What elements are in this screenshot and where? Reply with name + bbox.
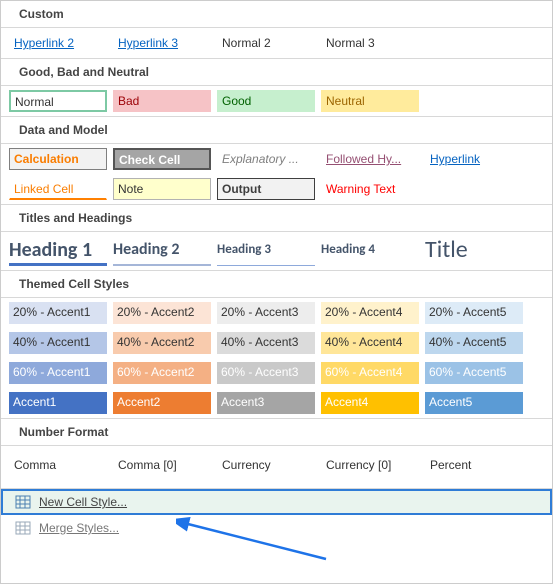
style-explanatory[interactable]: Explanatory ... xyxy=(217,148,315,170)
themed-row-60: 60% - Accent1 60% - Accent2 60% - Accent… xyxy=(1,358,552,388)
style-accent4[interactable]: Accent4 xyxy=(321,392,419,414)
style-60-accent4[interactable]: 60% - Accent4 xyxy=(321,362,419,384)
style-20-accent5[interactable]: 20% - Accent5 xyxy=(425,302,523,324)
style-hyperlink-3[interactable]: Hyperlink 3 xyxy=(113,32,211,54)
style-check-cell[interactable]: Check Cell xyxy=(113,148,211,170)
section-header-titles: Titles and Headings xyxy=(1,204,552,232)
style-accent1[interactable]: Accent1 xyxy=(9,392,107,414)
style-title[interactable]: Title xyxy=(425,236,523,266)
style-neutral[interactable]: Neutral xyxy=(321,90,419,112)
style-note[interactable]: Note xyxy=(113,178,211,200)
style-comma[interactable]: Comma xyxy=(9,454,107,476)
table-grid-icon xyxy=(15,520,31,536)
style-60-accent5[interactable]: 60% - Accent5 xyxy=(425,362,523,384)
themed-row-20: 20% - Accent1 20% - Accent2 20% - Accent… xyxy=(1,298,552,328)
merge-styles-menu-item[interactable]: Merge Styles... xyxy=(1,515,552,541)
style-40-accent4[interactable]: 40% - Accent4 xyxy=(321,332,419,354)
style-40-accent1[interactable]: 40% - Accent1 xyxy=(9,332,107,354)
style-40-accent2[interactable]: 40% - Accent2 xyxy=(113,332,211,354)
themed-row-100: Accent1 Accent2 Accent3 Accent4 Accent5 xyxy=(1,388,552,418)
footer-menu: New Cell Style... Merge Styles... xyxy=(1,488,552,541)
style-20-accent2[interactable]: 20% - Accent2 xyxy=(113,302,211,324)
style-output[interactable]: Output xyxy=(217,178,315,200)
merge-styles-label: Merge Styles... xyxy=(39,521,119,535)
style-heading-3[interactable]: Heading 3 xyxy=(217,236,315,266)
style-20-accent3[interactable]: 20% - Accent3 xyxy=(217,302,315,324)
style-40-accent5[interactable]: 40% - Accent5 xyxy=(425,332,523,354)
style-60-accent3[interactable]: 60% - Accent3 xyxy=(217,362,315,384)
style-linked-cell[interactable]: Linked Cell xyxy=(9,178,107,200)
number-format-row: Comma Comma [0] Currency Currency [0] Pe… xyxy=(1,446,552,488)
gbn-row: Normal Bad Good Neutral xyxy=(1,86,552,116)
style-currency[interactable]: Currency xyxy=(217,454,315,476)
themed-row-40: 40% - Accent1 40% - Accent2 40% - Accent… xyxy=(1,328,552,358)
style-normal-3[interactable]: Normal 3 xyxy=(321,32,419,54)
style-40-accent3[interactable]: 40% - Accent3 xyxy=(217,332,315,354)
style-calculation[interactable]: Calculation xyxy=(9,148,107,170)
style-comma-0[interactable]: Comma [0] xyxy=(113,454,211,476)
custom-row: Hyperlink 2 Hyperlink 3 Normal 2 Normal … xyxy=(1,28,552,58)
section-header-themed: Themed Cell Styles xyxy=(1,270,552,298)
style-accent3[interactable]: Accent3 xyxy=(217,392,315,414)
style-heading-1[interactable]: Heading 1 xyxy=(9,236,107,266)
style-20-accent4[interactable]: 20% - Accent4 xyxy=(321,302,419,324)
new-cell-style-label: New Cell Style... xyxy=(39,495,127,509)
section-header-data-model: Data and Model xyxy=(1,116,552,144)
style-bad[interactable]: Bad xyxy=(113,90,211,112)
section-header-gbn: Good, Bad and Neutral xyxy=(1,58,552,86)
style-currency-0[interactable]: Currency [0] xyxy=(321,454,419,476)
style-normal[interactable]: Normal xyxy=(9,90,107,112)
titles-row: Heading 1 Heading 2 Heading 3 Heading 4 … xyxy=(1,232,552,270)
data-model-row-2: Linked Cell Note Output Warning Text xyxy=(1,174,552,204)
style-60-accent2[interactable]: 60% - Accent2 xyxy=(113,362,211,384)
table-grid-icon xyxy=(15,494,31,510)
section-header-number-format: Number Format xyxy=(1,418,552,446)
style-followed-hyperlink[interactable]: Followed Hy... xyxy=(321,148,419,170)
new-cell-style-menu-item[interactable]: New Cell Style... xyxy=(1,489,552,515)
style-hyperlink[interactable]: Hyperlink xyxy=(425,148,523,170)
style-accent2[interactable]: Accent2 xyxy=(113,392,211,414)
style-60-accent1[interactable]: 60% - Accent1 xyxy=(9,362,107,384)
style-warning-text[interactable]: Warning Text xyxy=(321,178,419,200)
data-model-row-1: Calculation Check Cell Explanatory ... F… xyxy=(1,144,552,174)
section-header-custom: Custom xyxy=(1,1,552,28)
style-normal-2[interactable]: Normal 2 xyxy=(217,32,315,54)
cell-styles-gallery: Custom Hyperlink 2 Hyperlink 3 Normal 2 … xyxy=(0,0,553,584)
style-20-accent1[interactable]: 20% - Accent1 xyxy=(9,302,107,324)
style-percent[interactable]: Percent xyxy=(425,454,523,476)
style-good[interactable]: Good xyxy=(217,90,315,112)
style-accent5[interactable]: Accent5 xyxy=(425,392,523,414)
style-heading-4[interactable]: Heading 4 xyxy=(321,236,419,266)
style-hyperlink-2[interactable]: Hyperlink 2 xyxy=(9,32,107,54)
style-heading-2[interactable]: Heading 2 xyxy=(113,236,211,266)
